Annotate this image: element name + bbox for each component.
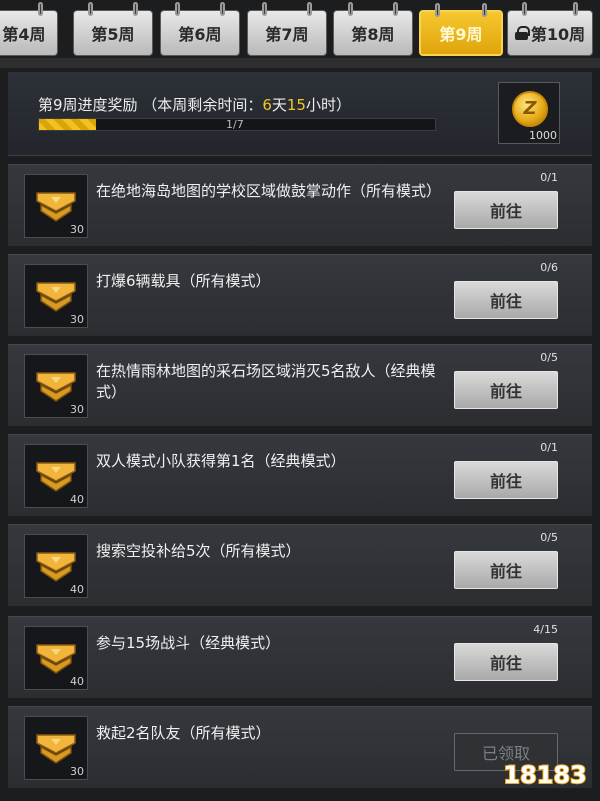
mission-progress-count: 0/5 xyxy=(540,531,558,544)
mission-description: 双人模式小队获得第1名（经典模式） xyxy=(96,452,346,470)
mission-description: 在绝地海岛地图的学校区域做鼓掌动作（所有模式） xyxy=(96,182,442,200)
days-unit: 天 xyxy=(271,96,287,114)
mission-row: 40 双人模式小队获得第1名（经典模式） 0/1 前往 xyxy=(8,434,592,516)
mission-points: 30 xyxy=(70,313,84,326)
go-button[interactable]: 前往 xyxy=(454,281,558,319)
mission-points: 30 xyxy=(70,765,84,778)
binder-ring-icon xyxy=(482,3,487,17)
binder-ring-icon xyxy=(573,2,578,16)
tab-week-10[interactable]: 第10周 xyxy=(507,2,593,56)
rank-chevron-icon xyxy=(36,282,76,312)
tab-label: 第5周 xyxy=(91,25,135,44)
tab-week-8[interactable]: 第8周 xyxy=(333,2,413,56)
mission-badge: 40 xyxy=(24,444,88,508)
rank-chevron-icon xyxy=(36,192,76,222)
binder-ring-icon xyxy=(88,2,93,16)
binder-ring-icon xyxy=(262,2,267,16)
binder-ring-icon xyxy=(175,2,180,16)
go-button[interactable]: 前往 xyxy=(454,643,558,681)
18183-logo-icon: 18183 xyxy=(502,760,588,790)
tab-week-6[interactable]: 第6周 xyxy=(160,2,240,56)
mission-row: 40 参与15场战斗（经典模式） 4/15 前往 xyxy=(8,616,592,698)
go-button[interactable]: 前往 xyxy=(454,551,558,589)
tab-label: 第6周 xyxy=(178,25,222,44)
tab-label: 第10周 xyxy=(530,25,586,44)
mission-badge: 30 xyxy=(24,174,88,238)
mission-progress-count: 4/15 xyxy=(533,623,558,636)
lock-icon xyxy=(514,26,530,40)
rank-chevron-icon xyxy=(36,734,76,764)
mission-description: 参与15场战斗（经典模式） xyxy=(96,634,281,652)
progress-bar-fill xyxy=(39,119,96,130)
binder-ring-icon xyxy=(133,2,138,16)
binder-ring-icon xyxy=(522,2,527,16)
remaining-days: 6 xyxy=(262,96,272,114)
tab-week-5[interactable]: 第5周 xyxy=(73,2,153,56)
mission-progress-count: 0/6 xyxy=(540,261,558,274)
progress-title: 第9周进度奖励 （本周剩余时间：6天15小时） xyxy=(38,94,351,115)
rank-chevron-icon xyxy=(36,462,76,492)
binder-ring-icon xyxy=(393,2,398,16)
tab-label: 第4周 xyxy=(2,25,46,44)
mission-description: 搜索空投补给5次（所有模式） xyxy=(96,542,301,560)
tab-week-7[interactable]: 第7周 xyxy=(247,2,327,56)
mission-description: 打爆6辆载具（所有模式） xyxy=(96,272,271,290)
mission-badge: 40 xyxy=(24,534,88,598)
binder-ring-icon xyxy=(348,2,353,16)
progress-title-prefix: 第9周进度奖励 （本周剩余时间： xyxy=(38,96,263,114)
reward-amount: 1000 xyxy=(529,129,557,142)
mission-row: 30 在绝地海岛地图的学校区域做鼓掌动作（所有模式） 0/1 前往 xyxy=(8,164,592,246)
progress-reward-slot[interactable]: 1000 xyxy=(498,82,560,144)
mission-badge: 40 xyxy=(24,626,88,690)
svg-text:18183: 18183 xyxy=(503,761,587,789)
mission-row: 30 打爆6辆载具（所有模式） 0/6 前往 xyxy=(8,254,592,336)
mission-progress-count: 0/5 xyxy=(540,351,558,364)
tab-label: 第8周 xyxy=(351,25,395,44)
go-button[interactable]: 前往 xyxy=(454,461,558,499)
binder-ring-icon xyxy=(307,2,312,16)
rank-chevron-icon xyxy=(36,644,76,674)
week-tab-bar: 第4周 第5周 第6周 第7周 第8周 第9周 第10周 xyxy=(0,0,600,68)
weekly-progress-panel: 第9周进度奖励 （本周剩余时间：6天15小时） 1/7 1000 xyxy=(8,72,592,156)
rank-chevron-icon xyxy=(36,372,76,402)
mission-points: 40 xyxy=(70,583,84,596)
mission-badge: 30 xyxy=(24,716,88,780)
mission-points: 40 xyxy=(70,675,84,688)
tab-bar-divider xyxy=(0,58,600,68)
mission-badge: 30 xyxy=(24,354,88,418)
mission-badge: 30 xyxy=(24,264,88,328)
mission-points: 40 xyxy=(70,493,84,506)
hours-unit: 小时） xyxy=(305,96,351,114)
remaining-hours: 15 xyxy=(286,96,306,114)
mission-row: 40 搜索空投补给5次（所有模式） 0/5 前往 xyxy=(8,524,592,606)
rank-chevron-icon xyxy=(36,552,76,582)
mission-row: 30 在热情雨林地图的采石场区域消灭5名敌人（经典模式） 0/5 前往 xyxy=(8,344,592,426)
progress-count: 1/7 xyxy=(226,118,244,131)
mission-description: 在热情雨林地图的采石场区域消灭5名敌人（经典模式） xyxy=(96,362,436,401)
mission-progress-count: 0/1 xyxy=(540,171,558,184)
mission-progress-count: 0/1 xyxy=(540,441,558,454)
mission-description: 救起2名队友（所有模式） xyxy=(96,724,271,742)
binder-ring-icon xyxy=(220,2,225,16)
tab-week-4[interactable]: 第4周 xyxy=(0,2,58,56)
mission-points: 30 xyxy=(70,223,84,236)
go-button[interactable]: 前往 xyxy=(454,371,558,409)
tab-label: 第9周 xyxy=(439,25,483,44)
binder-ring-icon xyxy=(435,3,440,17)
go-button[interactable]: 前往 xyxy=(454,191,558,229)
binder-ring-icon xyxy=(38,2,43,16)
mission-points: 30 xyxy=(70,403,84,416)
tab-label: 第7周 xyxy=(265,25,309,44)
coin-icon xyxy=(512,91,548,127)
tab-week-9[interactable]: 第9周 xyxy=(419,3,503,56)
